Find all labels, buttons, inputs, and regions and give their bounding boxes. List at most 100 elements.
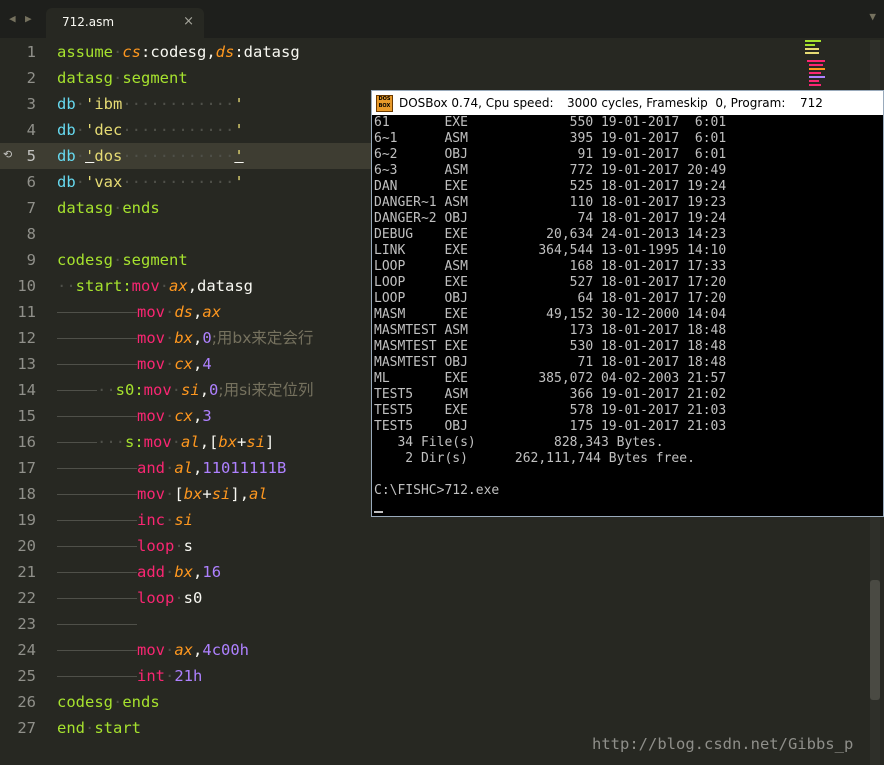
minimap[interactable] xyxy=(805,38,831,98)
token: ], xyxy=(230,485,250,503)
line-number: 19 xyxy=(17,511,36,529)
dos-console[interactable]: 61 EXE 550 19-01-2017 6:01 6~1 ASM 395 1… xyxy=(372,115,883,516)
code-line[interactable]: 2 datasg·segment xyxy=(0,65,860,91)
token: codesg xyxy=(57,693,113,711)
dos-line: MASMTEST OBJ 71 18-01-2017 18:48 xyxy=(374,355,727,370)
tab-next-icon[interactable]: ▶ xyxy=(25,12,32,25)
token: db xyxy=(57,121,76,139)
code-line[interactable]: 23 xyxy=(0,611,860,637)
dos-line: DAN EXE 525 18-01-2017 19:24 xyxy=(374,179,727,194)
token: and xyxy=(137,459,165,477)
token: al xyxy=(249,485,268,503)
code-line[interactable]: 1 assume·cs:codesg,ds:datasg xyxy=(0,39,860,65)
token: segment xyxy=(122,69,188,87)
token: s0 xyxy=(183,589,203,607)
token: ax xyxy=(169,277,188,295)
line-number: 14 xyxy=(17,381,36,399)
dos-line: TEST5 OBJ 175 19-01-2017 21:03 xyxy=(374,419,727,434)
dos-line: MASM EXE 49,152 30-12-2000 14:04 xyxy=(374,307,727,322)
dos-line: TEST5 ASM 366 19-01-2017 21:02 xyxy=(374,387,727,402)
dos-line: DEBUG EXE 20,634 24-01-2013 14:23 xyxy=(374,227,727,242)
token: s0: xyxy=(115,381,144,399)
token: s: xyxy=(125,433,144,451)
dos-line: LOOP ASM 168 18-01-2017 17:33 xyxy=(374,259,727,274)
token: , xyxy=(193,563,203,581)
token: bx xyxy=(174,563,194,581)
token: bx xyxy=(218,433,238,451)
dos-summary-files: 34 File(s) 828,343 Bytes. xyxy=(374,435,664,450)
token: db xyxy=(57,95,76,113)
code-line[interactable]: 25 int·21h xyxy=(0,663,860,689)
token: s xyxy=(183,537,194,555)
code-line[interactable]: 21 add·bx,16 xyxy=(0,559,860,585)
line-number: 25 xyxy=(17,667,36,685)
tab-label: 712.asm xyxy=(62,15,115,29)
token: mov xyxy=(143,381,172,399)
tab-menu-icon[interactable]: ▼ xyxy=(869,10,876,23)
token: :datasg xyxy=(234,43,300,61)
token: 0 xyxy=(209,381,219,399)
token: db xyxy=(57,147,76,165)
token: , xyxy=(193,641,203,659)
line-number: 18 xyxy=(17,485,36,503)
token: mov xyxy=(143,433,172,451)
token: al xyxy=(174,459,194,477)
line-number: 4 xyxy=(26,121,36,139)
token: mov xyxy=(137,485,165,503)
line-number: 3 xyxy=(26,95,36,113)
line-number: 10 xyxy=(17,277,36,295)
token: cs xyxy=(122,43,142,61)
dosbox-window[interactable]: DOS BOX DOSBox 0.74, Cpu speed: 3000 cyc… xyxy=(371,90,884,517)
token: loop xyxy=(137,537,175,555)
token: datasg xyxy=(57,199,113,217)
token: ax xyxy=(202,303,222,321)
token: start: xyxy=(75,277,132,295)
token: [ xyxy=(174,485,184,503)
token: bx xyxy=(183,485,203,503)
line-number: 9 xyxy=(26,251,36,269)
token: start xyxy=(94,719,142,737)
token: assume xyxy=(57,43,113,61)
token: 'dec xyxy=(85,121,123,139)
token: ' xyxy=(234,173,244,191)
token: end xyxy=(57,719,85,737)
scrollbar-thumb[interactable] xyxy=(870,580,880,700)
token: mov xyxy=(137,407,165,425)
token: ,datasg xyxy=(187,277,254,295)
token: ' xyxy=(234,121,244,139)
token: si xyxy=(174,511,194,529)
token: db xyxy=(57,173,76,191)
token: mov xyxy=(137,641,165,659)
token: :codesg, xyxy=(141,43,216,61)
dos-line: 61 EXE 550 19-01-2017 6:01 xyxy=(374,115,727,130)
token: 16 xyxy=(202,563,222,581)
dos-line: DANGER~2 OBJ 74 18-01-2017 19:24 xyxy=(374,211,727,226)
token: loop xyxy=(137,589,175,607)
line-number: 16 xyxy=(17,433,36,451)
token: mov xyxy=(137,355,165,373)
line-number: 1 xyxy=(26,43,36,61)
line-number: 27 xyxy=(17,719,36,737)
dosbox-title: DOSBox 0.74, Cpu speed: xyxy=(399,96,554,110)
token: ' xyxy=(85,147,95,165)
code-line[interactable]: 22 loop·s0 xyxy=(0,585,860,611)
token: datasg xyxy=(57,69,113,87)
dos-line: ML EXE 385,072 04-02-2003 21:57 xyxy=(374,371,727,386)
token: 'vax xyxy=(85,173,123,191)
close-tab-icon[interactable]: × xyxy=(183,14,194,29)
tab-712-asm[interactable]: 712.asm × xyxy=(46,8,204,38)
line-number: 6 xyxy=(26,173,36,191)
comment: ;用si来定位列 xyxy=(218,381,314,399)
dos-line: LOOP EXE 527 18-01-2017 17:20 xyxy=(374,275,727,290)
token: inc xyxy=(137,511,165,529)
dosbox-title-bar[interactable]: DOS BOX DOSBox 0.74, Cpu speed: 3000 cyc… xyxy=(372,91,883,115)
watermark: http://blog.csdn.net/Gibbs_p xyxy=(592,735,854,753)
line-number: 20 xyxy=(17,537,36,555)
code-line[interactable]: 26 codesg·ends xyxy=(0,689,860,715)
code-line[interactable]: 24 mov·ax,4c00h xyxy=(0,637,860,663)
dos-summary-dirs: 2 Dir(s) 262,111,744 Bytes free. xyxy=(374,451,695,466)
tab-prev-icon[interactable]: ◀ xyxy=(9,12,16,25)
code-line[interactable]: 20 loop·s xyxy=(0,533,860,559)
token: , xyxy=(193,355,203,373)
line-number: 15 xyxy=(17,407,36,425)
